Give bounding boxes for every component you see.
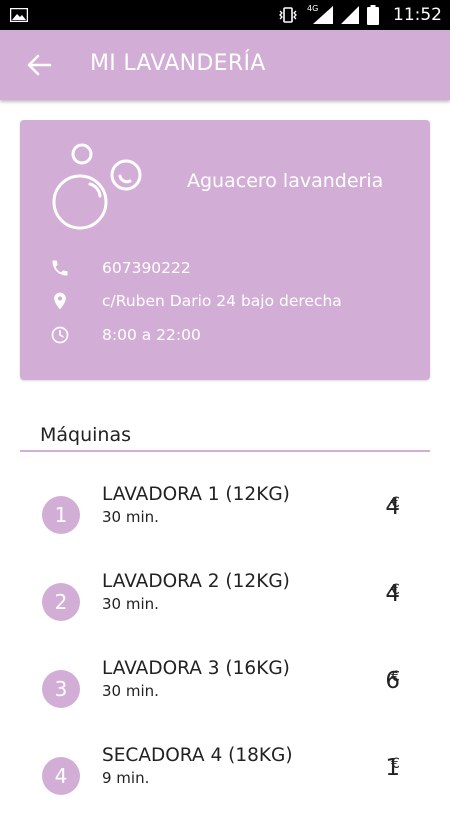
machine-item-3[interactable]: 3 LAVADORA 3 (16KG) 30 min. 6 € [0, 658, 450, 728]
opening-hours: 8:00 a 22:00 [102, 326, 201, 344]
machine-number-badge: 1 [42, 496, 80, 534]
page-title: MI LAVANDERÍA [90, 51, 266, 76]
machine-duration: 30 min. [102, 595, 159, 613]
laundry-name: Aguacero lavanderia [187, 170, 384, 192]
status-time: 11:52 [393, 5, 442, 25]
machine-name: SECADORA 4 (18KG) [102, 745, 293, 766]
app-bar: MI LAVANDERÍA [0, 30, 450, 100]
machine-duration: 9 min. [102, 769, 150, 787]
machine-name: LAVADORA 2 (12KG) [102, 571, 290, 592]
machine-currency: € [391, 582, 400, 598]
signal-4g-icon: 4G [307, 4, 333, 24]
status-bar: 4G 11:52 [0, 0, 450, 30]
location-pin-icon [54, 292, 66, 310]
machine-number-badge: 2 [42, 583, 80, 621]
machines-section-title: Máquinas [40, 424, 132, 446]
machine-number-badge: 4 [42, 757, 80, 795]
clock-icon [51, 326, 69, 344]
signal-icon [341, 6, 359, 24]
machine-item-1[interactable]: 1 LAVADORA 1 (12KG) 30 min. 4 € [0, 484, 450, 554]
machine-currency: € [391, 669, 400, 685]
machine-duration: 30 min. [102, 682, 159, 700]
machine-name: LAVADORA 3 (16KG) [102, 658, 290, 679]
image-icon [10, 8, 28, 22]
machine-item-4[interactable]: 4 SECADORA 4 (18KG) 9 min. 1 € [0, 745, 450, 815]
address-row[interactable]: c/Ruben Dario 24 bajo derecha [50, 290, 342, 312]
vibrate-icon [279, 7, 297, 23]
phone-number: 607390222 [102, 259, 191, 277]
machine-number-badge: 3 [42, 670, 80, 708]
address-text: c/Ruben Dario 24 bajo derecha [102, 292, 342, 310]
machine-name: LAVADORA 1 (12KG) [102, 484, 290, 505]
phone-icon [52, 260, 68, 276]
machine-currency: € [391, 495, 400, 511]
laundry-info-card: Aguacero lavanderia 607390222 c/Ruben Da… [20, 120, 430, 380]
machine-duration: 30 min. [102, 508, 159, 526]
machine-item-2[interactable]: 2 LAVADORA 2 (12KG) 30 min. 4 € [0, 571, 450, 641]
machine-currency: € [391, 756, 400, 772]
hours-row: 8:00 a 22:00 [50, 324, 201, 346]
phone-row[interactable]: 607390222 [50, 257, 191, 279]
section-divider [20, 450, 430, 452]
bubbles-logo-icon [52, 143, 142, 230]
battery-icon [367, 5, 379, 25]
arrow-back-icon[interactable] [26, 52, 52, 78]
